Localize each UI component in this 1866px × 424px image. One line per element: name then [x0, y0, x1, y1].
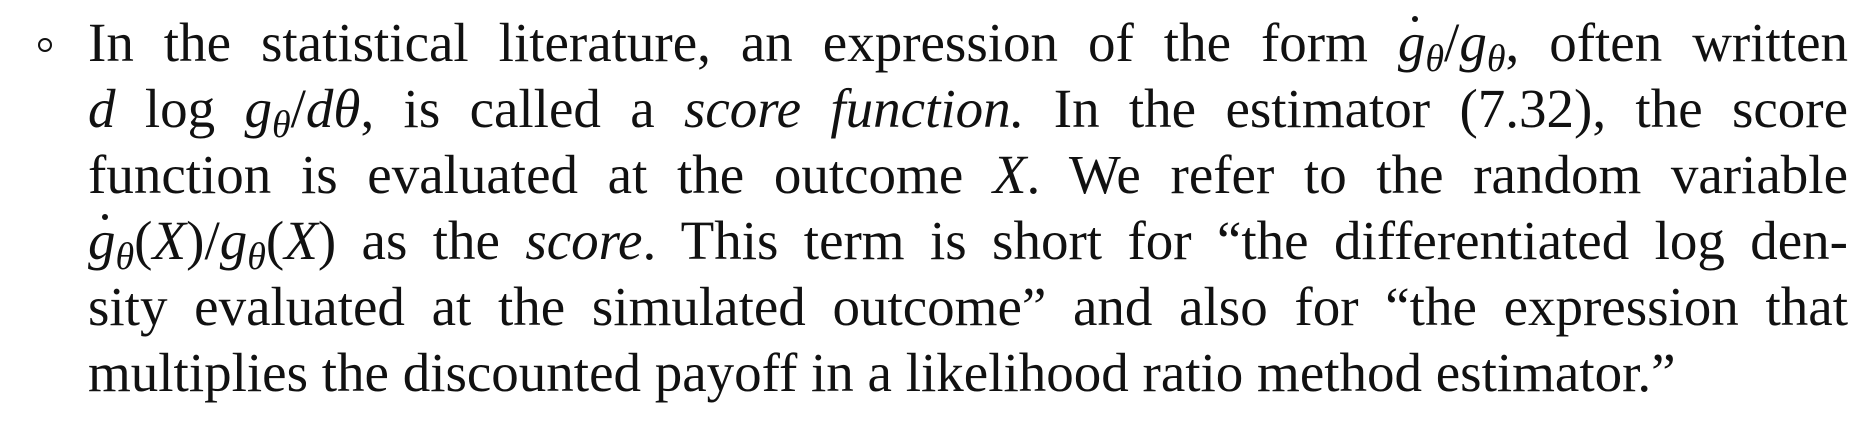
d-symbol: d — [305, 78, 334, 139]
line-1: In the statistical literature, an expres… — [88, 10, 1848, 80]
slash: / — [290, 78, 306, 139]
g-symbol: g — [244, 78, 272, 139]
line-6-text: multiplies the discounted payoff in a li… — [88, 342, 1676, 403]
line-3: function is evaluated at the outcome X. … — [88, 142, 1848, 208]
line-5-text: sity evaluated at the simulated outcome”… — [88, 276, 1848, 337]
line-5: sity evaluated at the simulated outcome”… — [88, 274, 1848, 340]
line-4-post1: as the — [336, 210, 526, 271]
line-4: gθ(X)/gθ(X) as the score. This term is s… — [88, 208, 1848, 278]
line-4-post2: . This term is short for “the differenti… — [642, 210, 1848, 271]
theta-symbol: θ — [333, 78, 361, 139]
theta-subscript: θ — [1486, 38, 1506, 80]
g-dot-symbol: g — [1398, 10, 1426, 76]
line-3-post: . We refer to the random variable — [1026, 144, 1848, 205]
paren-open: ( — [265, 210, 285, 271]
slash: / — [204, 210, 220, 271]
emph-score: score — [525, 210, 643, 271]
slash: / — [1444, 12, 1460, 73]
line-2-mid: , is called a — [360, 78, 684, 139]
line-3-pre: function is evaluated at the outcome — [88, 144, 993, 205]
paren-close: ) — [186, 210, 205, 271]
paren-open: ( — [134, 210, 153, 271]
X-symbol: X — [284, 210, 318, 271]
theta-subscript: θ — [1425, 38, 1445, 80]
line-1-post: , often written — [1505, 12, 1848, 73]
d-symbol: d — [88, 78, 116, 139]
theta-subscript: θ — [271, 104, 291, 146]
X-symbol: X — [992, 144, 1027, 205]
line-2: d log gθ/dθ, is called a score function.… — [88, 76, 1848, 146]
emph-score-function: score function. — [683, 78, 1025, 139]
g-dot-symbol: g — [88, 208, 116, 274]
g-symbol: g — [219, 210, 248, 271]
bullet-circle-icon — [38, 38, 52, 52]
log-operator: log — [144, 78, 216, 139]
line-2-post: In the estimator (7.32), the score — [1024, 78, 1848, 139]
theta-subscript: θ — [115, 236, 135, 278]
line-1-pre: In the statistical literature, an expres… — [88, 12, 1398, 73]
paragraph: In the statistical literature, an expres… — [88, 10, 1848, 406]
X-symbol: X — [152, 210, 187, 271]
line-6: multiplies the discounted payoff in a li… — [88, 340, 1848, 406]
paren-close: ) — [317, 210, 337, 271]
text-block: In the statistical literature, an expres… — [0, 0, 1866, 424]
theta-subscript: θ — [247, 236, 266, 278]
g-symbol: g — [1459, 12, 1487, 73]
